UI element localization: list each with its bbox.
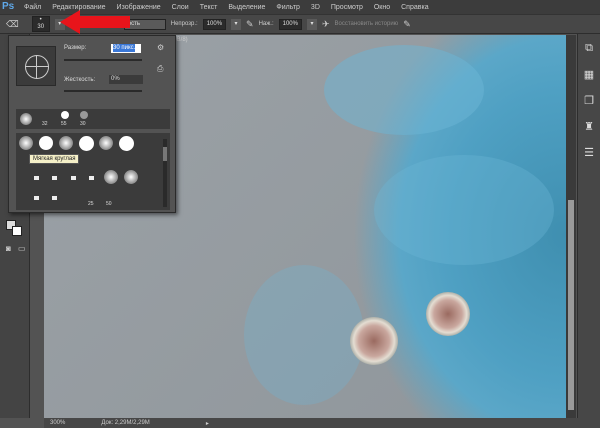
flow-dropdown[interactable]: ▾ xyxy=(306,18,317,30)
hardness-slider[interactable] xyxy=(64,90,142,92)
size-label: Размер: xyxy=(64,45,87,51)
properties-panel-icon[interactable]: ☰ xyxy=(582,146,596,160)
menu-view[interactable]: Просмотр xyxy=(331,4,363,11)
brush-angle-preview[interactable] xyxy=(16,46,56,86)
brush-preset[interactable] xyxy=(89,176,94,180)
size-input[interactable]: 30 пикс. xyxy=(111,44,141,53)
brush-preset[interactable]: 25 xyxy=(87,191,97,207)
brush-preset[interactable] xyxy=(39,136,53,150)
screen-mode-icon[interactable]: ▭ xyxy=(18,244,26,253)
airbrush-icon[interactable]: ✈ xyxy=(322,19,330,30)
layers-panel-icon[interactable]: ❐ xyxy=(582,94,596,108)
size-input-value: 30 пикс. xyxy=(113,44,136,52)
brush-preset[interactable] xyxy=(119,136,134,151)
photoshop-logo: Ps xyxy=(2,1,15,12)
opacity-dropdown[interactable]: ▾ xyxy=(231,18,242,30)
pressure-opacity-icon[interactable]: ✎ xyxy=(246,19,254,30)
history-panel-icon[interactable]: ⧉ xyxy=(582,42,596,56)
brush-preset[interactable]: 50 xyxy=(105,191,115,207)
brush-preset[interactable] xyxy=(104,170,118,184)
menu-type[interactable]: Текст xyxy=(200,4,218,11)
right-panel-dock: ⧉ ▦ ❐ ♜ ☰ xyxy=(577,34,600,428)
pressure-size-icon[interactable]: ✎ xyxy=(403,19,411,30)
status-bar: 300% Док: 2,29M/2,29M ▸ xyxy=(44,418,600,428)
hardness-label: Жесткость: xyxy=(64,77,96,83)
brush-preset-grid: 25 50 xyxy=(16,133,170,210)
clone-source-icon[interactable]: ♜ xyxy=(582,120,596,134)
opacity-label: Непрозр.: xyxy=(170,21,198,27)
knit-button xyxy=(426,292,470,336)
background-color-swatch[interactable] xyxy=(12,226,22,236)
brush-grid-scrollbar[interactable] xyxy=(163,139,167,207)
vertical-scrollbar[interactable] xyxy=(566,35,576,418)
status-menu-arrow-icon[interactable]: ▸ xyxy=(206,420,209,427)
brush-preset-picker[interactable]: • 30 xyxy=(31,16,50,32)
brush-preset[interactable]: 55 xyxy=(60,111,70,127)
brush-preset[interactable] xyxy=(20,113,32,125)
brush-tooltip: Мягкая круглая xyxy=(29,154,80,164)
adjustments-panel-icon[interactable]: ▦ xyxy=(582,68,596,82)
brush-preset[interactable] xyxy=(52,176,57,180)
menu-select[interactable]: Выделение xyxy=(228,4,265,11)
panel-gear-icon[interactable]: ⚙ xyxy=(157,43,164,52)
restore-history-checkbox[interactable]: Восстановить историю xyxy=(335,21,399,27)
recent-brushes: 32 55 30 xyxy=(16,109,170,129)
red-arrow-annotation xyxy=(60,10,130,34)
brush-preset[interactable] xyxy=(52,196,57,200)
size-slider[interactable] xyxy=(64,59,142,61)
brush-preset[interactable] xyxy=(71,176,76,180)
document-size: Док: 2,29M/2,29M xyxy=(101,420,150,426)
brush-preset[interactable] xyxy=(124,170,138,184)
eraser-tool-icon[interactable]: ⌫ xyxy=(6,19,19,30)
hardness-input[interactable]: 0% xyxy=(109,75,143,84)
brush-size-value: 30 xyxy=(37,24,45,30)
quick-mask-icon[interactable]: ◙ xyxy=(6,244,11,253)
menu-help[interactable]: Справка xyxy=(401,4,428,11)
brush-preset[interactable] xyxy=(19,136,33,150)
menu-3d[interactable]: 3D xyxy=(311,4,320,11)
new-preset-icon[interactable]: ⎙ xyxy=(157,64,163,74)
brush-preset[interactable] xyxy=(34,176,39,180)
brush-preset[interactable]: 32 xyxy=(41,111,51,127)
brush-preset-panel: Размер: 30 пикс. ⚙ ⎙ Жесткость: 0% 32 55… xyxy=(8,35,176,213)
flow-label: Наж.: xyxy=(258,21,274,27)
menu-file[interactable]: Файл xyxy=(24,4,41,11)
knit-button xyxy=(350,317,398,365)
flow-input[interactable]: 100% xyxy=(278,18,302,30)
opacity-input[interactable]: 100% xyxy=(202,18,227,30)
brush-preset[interactable] xyxy=(34,196,39,200)
brush-preset[interactable] xyxy=(79,136,94,151)
menu-layers[interactable]: Слои xyxy=(172,4,189,11)
scroll-thumb[interactable] xyxy=(568,200,574,410)
brush-dot-icon: • xyxy=(39,17,42,23)
brush-preset[interactable] xyxy=(59,136,73,150)
menu-window[interactable]: Окно xyxy=(374,4,390,11)
zoom-level[interactable]: 300% xyxy=(50,420,65,426)
brush-preset[interactable] xyxy=(99,136,113,150)
menu-filter[interactable]: Фильтр xyxy=(276,4,300,11)
brush-preset[interactable]: 30 xyxy=(79,111,89,127)
